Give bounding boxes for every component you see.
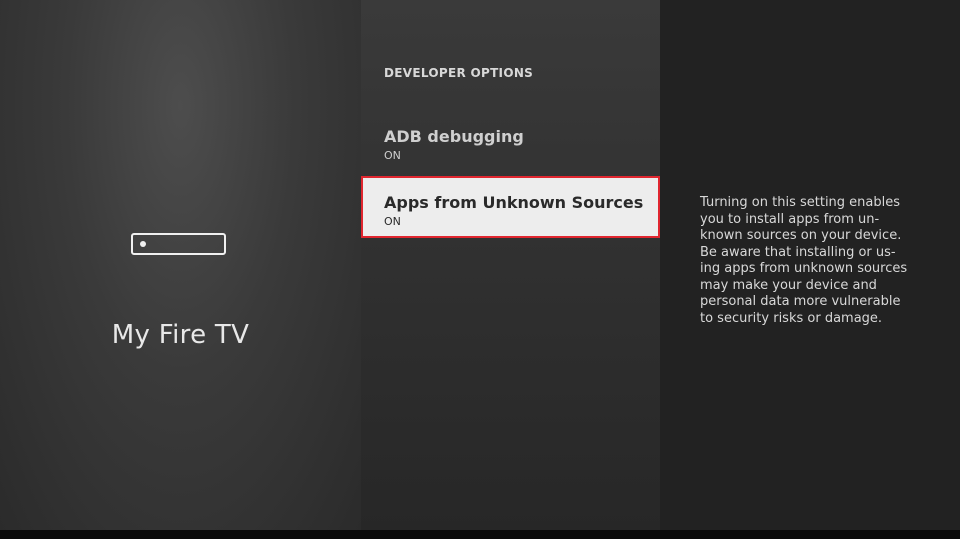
menu-item-adb-debugging[interactable]: ADB debugging ON [361, 115, 660, 177]
menu-item-apps-from-unknown-sources[interactable]: Apps from Unknown Sources ON [361, 176, 660, 238]
setting-description: Turning on this setting enables you to i… [700, 195, 908, 326]
bottom-edge [0, 530, 960, 539]
section-header: DEVELOPER OPTIONS [384, 66, 534, 80]
developer-options-menu: DEVELOPER OPTIONS ADB debugging ON Apps … [361, 0, 660, 530]
menu-item-label: Apps from Unknown Sources [384, 193, 644, 212]
menu-item-value: ON [384, 149, 401, 162]
description-panel: Turning on this setting enables you to i… [660, 0, 960, 530]
menu-item-value: ON [384, 215, 401, 228]
fire-tv-settings-screen: My Fire TV DEVELOPER OPTIONS ADB debuggi… [0, 0, 960, 539]
fire-tv-device-icon [131, 233, 226, 255]
device-panel: My Fire TV [0, 0, 361, 530]
menu-item-label: ADB debugging [384, 127, 524, 146]
device-title: My Fire TV [111, 320, 250, 350]
device-icon-dot [140, 241, 146, 247]
